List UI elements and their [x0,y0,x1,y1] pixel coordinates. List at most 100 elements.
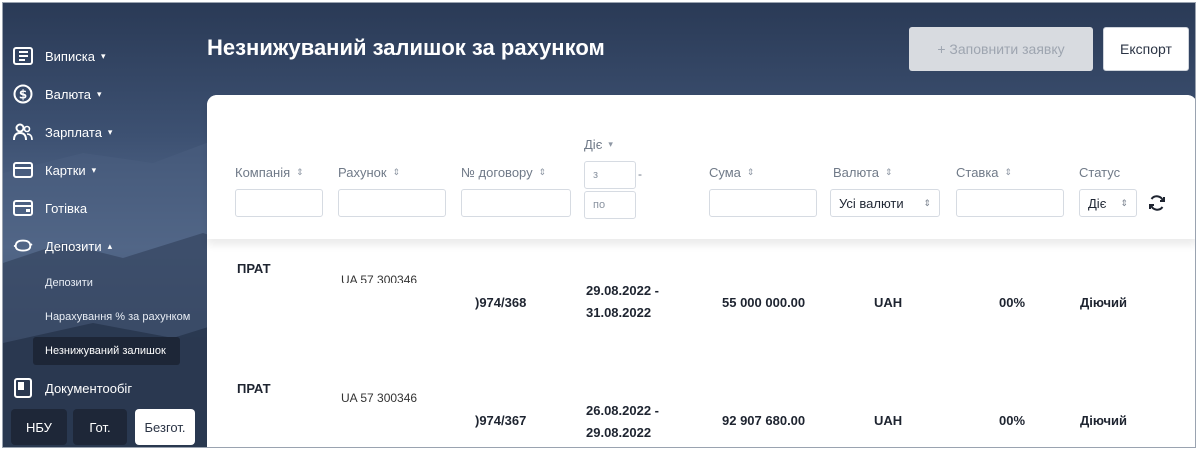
column-header-amount[interactable]: Сума ⇕ [709,165,754,180]
sidebar-item-statement[interactable]: Виписка ▾ [13,43,105,69]
sidebar-item-cash[interactable]: Готівка [13,195,87,221]
sidebar-item-label: Виписка [45,48,95,64]
cash-button[interactable]: Гот. [73,409,127,445]
date-from-placeholder: з [593,169,599,181]
period-start-cell: 26.08.2022 - [586,403,660,418]
status-cell: Діючий [1080,413,1128,428]
chevron-down-icon: ▾ [100,50,106,61]
column-header-rate[interactable]: Ставка ⇕ [956,165,1012,180]
sidebar-subitem-label: Нарахування % за рахунком [45,311,191,323]
contract-cell: )974/367 [475,413,527,428]
company-cell: ПРАТ [237,381,271,396]
date-to-input[interactable]: по [584,191,636,219]
company-cell: ПРАТ [237,261,271,276]
piggy-bank-icon [13,236,33,256]
amount-cell: 55 000 000.00 [722,295,806,310]
document-icon [13,378,33,398]
refresh-icon[interactable] [1147,193,1167,213]
rate-cell: 00% [999,295,1026,310]
sidebar-item-cards[interactable]: Картки ▾ [13,157,96,183]
svg-text:$: $ [19,88,27,102]
sort-icon: ⇕ [885,167,893,177]
app-window: Виписка ▾ $ Валюта ▾ Зарплата ▾ Картки ▾ [2,2,1196,448]
currency-cell: UAH [874,413,903,428]
nbu-button[interactable]: НБУ [11,409,67,445]
sort-icon: ⇕ [392,167,401,177]
sidebar-item-label: Документообіг [45,380,133,396]
people-icon [13,122,33,142]
column-header-currency[interactable]: Валюта ⇕ [833,165,893,180]
column-label: № договору [461,165,533,180]
column-label: Статус [1079,165,1121,180]
account-filter-input[interactable] [338,189,446,217]
dollar-icon: $ [13,84,33,104]
chevron-down-icon: ▾ [91,164,97,175]
sort-icon: ⇕ [296,167,304,177]
redaction-mask [223,403,473,427]
company-filter-input[interactable] [235,189,323,217]
table-header-filters: Компанія ⇕ Рахунок ⇕ № договору ⇕ Діє ▾ … [207,95,1195,239]
amount-filter-input[interactable] [709,189,817,217]
date-range-dash: - [638,167,642,181]
column-label: Компанія [235,165,291,180]
column-label: Сума [709,165,741,180]
period-end-cell: 31.08.2022 [586,305,652,320]
date-to-placeholder: по [593,199,606,211]
table-panel: Компанія ⇕ Рахунок ⇕ № договору ⇕ Діє ▾ … [207,95,1195,447]
currency-cell: UAH [874,295,903,310]
column-header-contract[interactable]: № договору ⇕ [461,165,546,180]
sidebar-item-documents[interactable]: Документообіг [13,375,132,401]
currency-select-value: Усі валюти [839,195,904,211]
chevron-updown-icon: ⇕ [923,197,931,208]
status-select[interactable]: Діє ⇕ [1079,189,1137,217]
noncash-button[interactable]: Безгот. [135,409,195,445]
sidebar-item-label: Депозити [45,238,102,254]
sidebar-subitem-label: Незнижуваний залишок [45,345,166,357]
column-header-status: Статус [1079,165,1120,180]
wallet-icon [13,198,33,218]
column-label: Діє [584,137,603,152]
amount-cell: 92 907 680.00 [722,413,806,428]
period-start-cell: 29.08.2022 - [586,283,660,298]
fill-request-button[interactable]: + Заповнити заявку [909,27,1093,71]
sidebar-item-label: Готівка [45,200,88,216]
status-cell: Діючий [1080,295,1128,310]
sidebar-subitem-interest[interactable]: Нарахування % за рахунком [33,305,202,329]
column-label: Ставка [956,165,999,180]
column-label: Рахунок [338,165,387,180]
sidebar-item-salary[interactable]: Зарплата ▾ [13,119,112,145]
export-button[interactable]: Експорт [1103,27,1189,71]
sidebar-subitem-min-balance[interactable]: Незнижуваний залишок [33,337,180,365]
sidebar-item-label: Зарплата [45,124,102,140]
chevron-updown-icon: ⇕ [1120,197,1128,208]
page-title: Незнижуваний залишок за рахунком [207,35,605,60]
rate-cell: 00% [999,413,1026,428]
sort-icon: ⇕ [538,167,547,177]
sidebar-item-currency[interactable]: $ Валюта ▾ [13,81,102,107]
contract-cell: )974/368 [475,295,527,310]
currency-select[interactable]: Усі валюти ⇕ [830,189,940,217]
column-header-active[interactable]: Діє ▾ [584,137,613,152]
date-from-input[interactable]: з [584,161,636,189]
rate-filter-input[interactable] [956,189,1064,217]
column-header-company[interactable]: Компанія ⇕ [235,165,304,180]
chevron-down-icon: ▾ [97,88,102,99]
sort-icon: ⇕ [746,167,755,177]
statement-icon [13,46,33,66]
card-icon [13,160,33,180]
period-end-cell: 29.08.2022 [586,425,652,440]
column-label: Валюта [833,165,879,180]
sidebar: Виписка ▾ $ Валюта ▾ Зарплата ▾ Картки ▾ [3,3,203,447]
sidebar-subitem-deposits[interactable]: Депозити [33,271,105,295]
contract-filter-input[interactable] [461,189,571,217]
sidebar-subitem-label: Депозити [45,277,93,289]
sidebar-item-deposits[interactable]: Депозити ▴ [13,233,112,259]
sidebar-item-label: Валюта [45,86,91,102]
chevron-up-icon: ▴ [107,240,113,251]
sidebar-item-label: Картки [45,162,86,178]
status-select-value: Діє [1088,195,1107,211]
sort-icon: ⇕ [1004,167,1013,177]
column-header-account[interactable]: Рахунок ⇕ [338,165,400,180]
chevron-down-icon: ▾ [107,126,113,137]
redaction-mask [223,283,473,307]
